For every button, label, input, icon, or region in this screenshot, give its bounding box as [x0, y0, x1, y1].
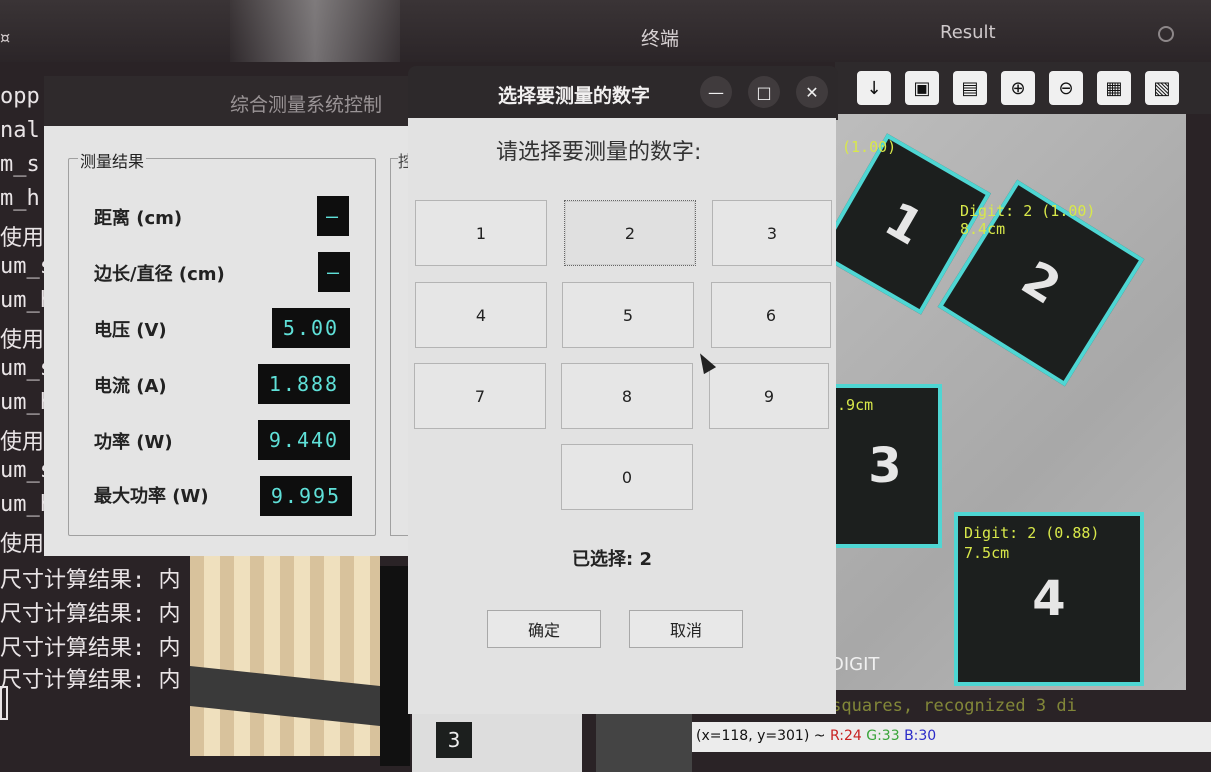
selected-digit-text: 已选择: 2 [572, 549, 652, 570]
voltage-display: 5.00 [272, 308, 350, 348]
image-edit-icon[interactable]: ▤ [953, 71, 987, 105]
save-icon[interactable]: ▦ [1097, 71, 1131, 105]
zoom-in-icon[interactable]: ⊕ [1001, 71, 1035, 105]
detection-sublabel-2: 8.4cm [960, 220, 1006, 238]
digit-button-2[interactable]: 2 [564, 200, 696, 266]
terminal-line: 使用 [0, 430, 45, 455]
background-card-digit: 3 [436, 722, 472, 758]
group-title: 测量结果 [78, 148, 147, 172]
side-length-label: 边长/直径 (cm) [94, 264, 225, 285]
pixel-blue-value: B:30 [904, 728, 937, 744]
result-image[interactable]: 1 (1.00) 2 Digit: 2 (1.00) 8.4cm 3 6.9cm… [826, 114, 1186, 690]
background-object [596, 712, 692, 772]
down-arrow-icon[interactable]: ↓ [857, 71, 891, 105]
background-curtain [190, 556, 380, 756]
dialog-title: 选择要测量的数字 [498, 85, 651, 107]
terminal-titlebar [0, 0, 1211, 62]
confirm-button[interactable]: 确定 [487, 610, 601, 648]
close-icon[interactable] [1158, 26, 1174, 42]
terminal-line: nal [0, 118, 40, 143]
result-status-text: ed 4 squares, recognized 3 di [780, 696, 1077, 716]
control-window: 测量结果 控 距离 (cm) — 边长/直径 (cm) — 电压 (V) 5.0… [44, 126, 420, 556]
digit-button-6[interactable]: 6 [711, 282, 831, 348]
detection-label-1: (1.00) [842, 138, 897, 156]
distance-display: — [317, 196, 349, 236]
pixel-coords: (x=118, y=301) ~ [696, 728, 826, 744]
terminal-line: 尺寸计算结果: 内 [0, 668, 181, 693]
result-toolbar: ↓ ▣ ▤ ⊕ ⊖ ▦ ▧ [835, 62, 1211, 114]
pixel-red-value: R:24 [829, 728, 862, 744]
terminal-cursor [0, 686, 8, 720]
terminal-line: 尺寸计算结果: 内 [0, 636, 181, 661]
digit-button-7[interactable]: 7 [414, 363, 546, 429]
digit-button-9[interactable]: 9 [709, 363, 829, 429]
terminal-line: opp [0, 84, 40, 109]
terminal-menu-icon[interactable]: ¤ [0, 28, 10, 47]
digit-button-3[interactable]: 3 [712, 200, 832, 266]
light-glare [230, 0, 400, 62]
digit-caption: DIGIT [830, 654, 880, 675]
detection-sublabel-4: 7.5cm [964, 544, 1010, 562]
image-icon[interactable]: ▣ [905, 71, 939, 105]
background-strip [380, 566, 410, 766]
current-display: 1.888 [258, 364, 350, 404]
terminal-line: 使用 [0, 226, 45, 251]
max-power-display: 9.995 [260, 476, 352, 516]
voltage-label: 电压 (V) [94, 320, 167, 341]
terminal-title: 终端 [640, 28, 679, 50]
digit-button-5[interactable]: 5 [562, 282, 694, 348]
terminal-line: 尺寸计算结果: 内 [0, 568, 181, 593]
side-length-display: — [318, 252, 350, 292]
result-window-title: Result [940, 22, 996, 43]
detection-label-4: Digit: 2 (0.88) [964, 524, 1100, 542]
terminal-line: 尺寸计算结果: 内 [0, 602, 181, 627]
terminal-line: 使用 [0, 328, 45, 353]
pixel-info-bar: (x=118, y=301) ~ R:24 G:33 B:30 [692, 722, 1211, 752]
terminal-line: 使用 [0, 532, 45, 557]
power-label: 功率 (W) [94, 432, 173, 453]
cancel-button[interactable]: 取消 [629, 610, 743, 648]
pixel-green-value: G:33 [866, 728, 900, 744]
terminal-line: m_s [0, 152, 40, 177]
power-display: 9.440 [258, 420, 350, 460]
distance-label: 距离 (cm) [94, 208, 183, 229]
close-icon[interactable]: ✕ [796, 76, 828, 108]
minimize-icon[interactable]: — [700, 76, 732, 108]
control-window-title: 综合测量系统控制 [230, 94, 383, 116]
digit-button-0[interactable]: 0 [561, 444, 693, 510]
max-power-label: 最大功率 (W) [94, 486, 209, 507]
current-label: 电流 (A) [94, 376, 167, 397]
digit-button-4[interactable]: 4 [415, 282, 547, 348]
digit-button-1[interactable]: 1 [415, 200, 547, 266]
clipboard-icon[interactable]: ▧ [1145, 71, 1179, 105]
dialog-prompt: 请选择要测量的数字: [496, 140, 702, 165]
detection-label-2: Digit: 2 (1.00) [960, 202, 1096, 220]
zoom-out-icon[interactable]: ⊖ [1049, 71, 1083, 105]
digit-button-8[interactable]: 8 [561, 363, 693, 429]
maximize-icon[interactable]: □ [748, 76, 780, 108]
terminal-line: m_h [0, 186, 40, 211]
